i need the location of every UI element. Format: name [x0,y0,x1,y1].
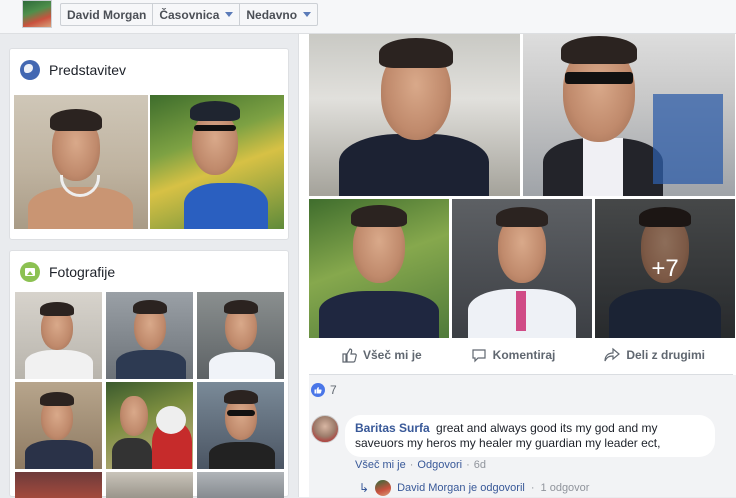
photo-thumbnail[interactable] [197,472,284,498]
comment-reply-link[interactable]: Odgovori [417,459,462,471]
timeline-post: +7 Všeč mi je Komentiraj Deli z drugimi [298,34,736,497]
separator-dot: · [409,459,414,471]
photo-thumbnail[interactable] [197,382,284,469]
globe-icon [20,60,40,80]
post-photo-grid: +7 [309,34,735,338]
breadcrumb-timeline[interactable]: Časovnica [153,4,241,25]
post-photo[interactable] [309,199,449,338]
comment-label: Komentiraj [492,348,556,362]
separator-dot: · [530,482,535,494]
comments-section: 7 Baritas Surfa great and always good it… [309,375,736,497]
photo-icon [20,262,40,282]
commenter-avatar[interactable] [311,415,339,443]
post-actions: Všeč mi je Komentiraj Deli z drugimi [309,340,729,370]
like-button[interactable]: Všeč mi je [341,347,422,363]
comment-like-link[interactable]: Všeč mi je [355,459,406,471]
comment-button[interactable]: Komentiraj [471,347,556,363]
reply-summary[interactable]: ↳ David Morgan je odgovoril · 1 odgovor [359,480,589,496]
reply-text: David Morgan je odgovoril [397,482,525,494]
profile-avatar[interactable] [22,0,52,28]
share-label: Deli z drugimi [626,348,705,362]
likes-count: 7 [330,383,337,397]
post-photo-more[interactable]: +7 [595,199,735,338]
thumbs-up-icon [342,348,357,363]
photo-thumbnail[interactable] [15,292,102,379]
intro-header: Predstavitev [20,60,126,80]
reply-arrow-icon: ↳ [359,481,370,495]
breadcrumb-recent[interactable]: Nedavno [240,4,317,25]
like-label: Všeč mi je [363,348,422,362]
comment-bubble: Baritas Surfa great and always good its … [345,415,715,457]
post-photo[interactable] [523,34,735,196]
photo-thumbnail[interactable] [15,382,102,469]
top-bar: David Morgan Časovnica Nedavno [0,0,736,34]
photos-title: Fotografije [49,264,116,280]
comment-meta: Všeč mi je · Odgovori · 6d [355,459,486,471]
intro-photo[interactable] [150,95,284,229]
reply-count: 1 odgovor [540,482,590,494]
photos-card: Fotografije [9,250,289,498]
share-button[interactable]: Deli z drugimi [604,347,705,363]
like-reaction-icon [311,383,325,397]
chevron-down-icon [225,12,234,17]
intro-photo[interactable] [14,95,148,229]
intro-card: Predstavitev [9,48,289,240]
photo-thumbnail[interactable] [15,472,102,498]
breadcrumb-profile[interactable]: David Morgan [61,4,154,25]
comment-author[interactable]: Baritas Surfa [355,421,430,435]
breadcrumb-profile-label: David Morgan [67,7,147,22]
more-photos-count: +7 [595,199,735,338]
reaction-summary[interactable]: 7 [311,383,337,397]
photos-header: Fotografije [20,262,115,282]
breadcrumb-timeline-label: Časovnica [159,7,220,22]
photo-thumbnail[interactable] [106,382,193,469]
photo-thumbnail[interactable] [106,472,193,498]
breadcrumb: David Morgan Časovnica Nedavno [60,3,319,26]
share-icon [604,347,621,362]
photo-thumbnail[interactable] [106,292,193,379]
replier-avatar [375,480,392,496]
separator-dot: · [466,459,470,471]
intro-title: Predstavitev [49,62,127,78]
breadcrumb-recent-label: Nedavno [246,7,298,22]
chevron-down-icon [303,12,312,17]
post-photo[interactable] [309,34,520,196]
comment-icon [472,349,486,363]
post-photo[interactable] [452,199,592,338]
photo-thumbnail[interactable] [197,292,284,379]
comment-time[interactable]: 6d [474,459,486,471]
